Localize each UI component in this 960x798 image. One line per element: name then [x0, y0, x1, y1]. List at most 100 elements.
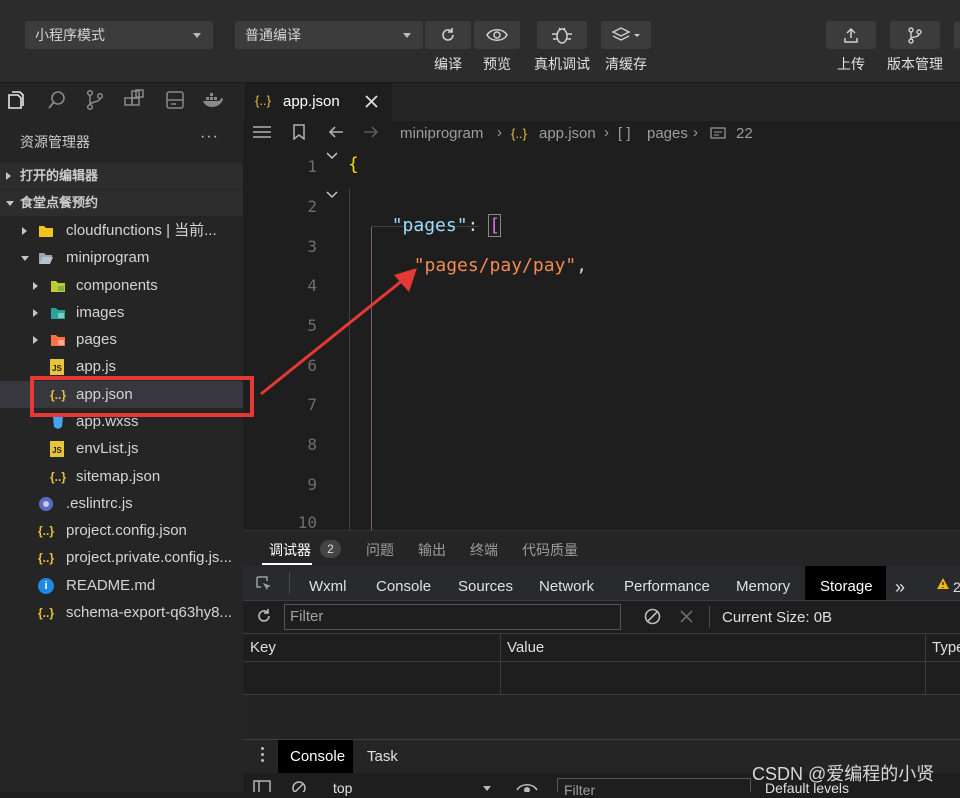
sidebar-toggle-icon[interactable]	[253, 780, 271, 792]
breadcrumb-file[interactable]: app.json	[539, 125, 596, 142]
tree-item-sitemap-json[interactable]: {..} sitemap.json	[0, 463, 243, 490]
tree-item-cloudfunctions[interactable]: cloudfunctions | 当前...	[0, 217, 243, 244]
tab-terminal[interactable]: 终端	[470, 540, 498, 560]
devtools-tab-network[interactable]: Network	[539, 576, 594, 598]
mode-select[interactable]: 小程序模式	[25, 21, 213, 49]
devtools-tab-wxml[interactable]: Wxml	[309, 576, 347, 598]
devtools-tab-storage[interactable]: Storage	[820, 576, 873, 598]
storage-filter-input[interactable]: Filter	[284, 604, 621, 630]
drawer-tab-task[interactable]: Task	[367, 748, 398, 765]
fold-chevron-icon[interactable]	[325, 190, 339, 200]
tree-item-project-private-config[interactable]: {..} project.private.config.js...	[0, 544, 243, 571]
tree-item-label: schema-export-q63hy8...	[66, 604, 232, 621]
real-debug-button[interactable]	[537, 21, 587, 49]
devtools-tab-console[interactable]: Console	[376, 576, 431, 598]
close-icon[interactable]	[365, 95, 378, 108]
source-control-icon[interactable]	[84, 89, 106, 111]
tab-issues[interactable]: 问题	[366, 540, 394, 560]
eye-icon[interactable]	[516, 782, 538, 792]
tab-output[interactable]: 输出	[418, 540, 446, 560]
tab-debugger[interactable]: 调试器	[269, 540, 311, 560]
clear-console-icon[interactable]	[291, 780, 307, 792]
tree-item-components[interactable]: components	[0, 272, 243, 299]
devtools-tab-sources[interactable]: Sources	[458, 576, 513, 598]
folder-images-icon	[51, 308, 65, 319]
devtools-tab-memory[interactable]: Memory	[736, 576, 790, 598]
tab-code-quality[interactable]: 代码质量	[522, 540, 578, 560]
upload-button[interactable]	[826, 21, 876, 49]
warning-count: 2	[953, 579, 960, 595]
inspect-element-icon[interactable]	[255, 575, 273, 593]
chevron-right-icon: ›	[497, 124, 502, 141]
more-button[interactable]	[954, 21, 960, 49]
chevron-down-icon	[193, 33, 201, 38]
compile-button[interactable]	[425, 21, 471, 49]
tree-item-eslintrc[interactable]: .eslintrc.js	[0, 490, 243, 517]
clear-all-icon[interactable]	[644, 608, 661, 625]
context-select[interactable]: top	[333, 780, 352, 796]
compile-label: 编译	[434, 56, 462, 72]
tree-item-label: images	[76, 304, 125, 321]
extensions-icon[interactable]	[123, 89, 145, 111]
breadcrumb-key[interactable]: pages	[647, 125, 688, 142]
folder-cloud-icon	[39, 226, 53, 237]
refresh-icon[interactable]	[256, 608, 272, 624]
more-tabs-button[interactable]: »	[895, 576, 905, 598]
open-editors-header[interactable]: 打开的编辑器	[0, 163, 243, 189]
highlight-box	[30, 376, 254, 417]
code-colon: :	[467, 215, 490, 236]
tree-item-pages[interactable]: pages	[0, 326, 243, 353]
drawer-menu-icon[interactable]	[261, 747, 265, 765]
csdn-watermark: CSDN @爱编程的小贤	[752, 764, 935, 784]
files-icon[interactable]	[5, 89, 27, 111]
tree-item-project-config[interactable]: {..} project.config.json	[0, 517, 243, 544]
line-number: 8	[307, 435, 317, 454]
storage-icon[interactable]	[164, 89, 186, 111]
drawer-tab-console[interactable]: Console	[290, 748, 345, 765]
list-icon[interactable]	[253, 125, 271, 139]
json-file-icon: {..}	[37, 524, 54, 538]
project-header[interactable]: 食堂点餐预约	[0, 190, 243, 216]
preview-button[interactable]	[474, 21, 520, 49]
tree-item-schema-export[interactable]: {..} schema-export-q63hy8...	[0, 599, 243, 626]
tree-item-readme[interactable]: i README.md	[0, 572, 243, 599]
docker-icon[interactable]	[201, 89, 223, 111]
tree-item-envlist-js[interactable]: JS envList.js	[0, 435, 243, 462]
version-button[interactable]	[890, 21, 940, 49]
real-debug-label: 真机调试	[534, 56, 590, 72]
chevron-right-icon	[6, 172, 11, 180]
panel-tabbar	[243, 531, 960, 566]
delete-selected-icon[interactable]	[680, 610, 693, 623]
column-value[interactable]: Value	[507, 639, 544, 656]
tree-item-label: pages	[76, 331, 117, 348]
column-key[interactable]: Key	[250, 639, 276, 656]
explorer-more-button[interactable]: ···	[200, 128, 219, 146]
mode-select-value: 小程序模式	[35, 27, 105, 43]
storage-empty-area	[243, 695, 960, 739]
tab-app-json[interactable]: {..} app.json	[245, 83, 392, 121]
breadcrumb-folder[interactable]: miniprogram	[400, 125, 483, 142]
folder-components-icon	[51, 281, 65, 292]
json-file-icon: {..}	[49, 470, 66, 484]
line-number: 1	[307, 157, 317, 176]
tree-item-images[interactable]: images	[0, 299, 243, 326]
tree-item-miniprogram[interactable]: miniprogram	[0, 244, 243, 271]
version-label: 版本管理	[887, 56, 943, 72]
annotation-arrow	[260, 268, 417, 396]
search-icon[interactable]	[46, 89, 68, 111]
explorer-title: 资源管理器	[20, 134, 90, 150]
line-number: 3	[307, 237, 317, 256]
tree-item-label: project.private.config.js...	[66, 549, 232, 566]
column-type[interactable]: Type	[932, 639, 960, 656]
forward-arrow-icon[interactable]	[363, 125, 379, 139]
warning-icon[interactable]	[936, 577, 950, 590]
fold-chevron-icon[interactable]	[325, 151, 339, 161]
bookmark-icon[interactable]	[293, 124, 305, 140]
clear-cache-button[interactable]	[601, 21, 651, 49]
breadcrumb-line[interactable]: 22	[736, 125, 753, 142]
compile-select[interactable]: 普通编译	[235, 21, 423, 49]
back-arrow-icon[interactable]	[328, 125, 344, 139]
devtools-tab-performance[interactable]: Performance	[624, 576, 710, 598]
console-filter-input[interactable]: Filter	[557, 778, 751, 798]
divider	[709, 606, 710, 628]
